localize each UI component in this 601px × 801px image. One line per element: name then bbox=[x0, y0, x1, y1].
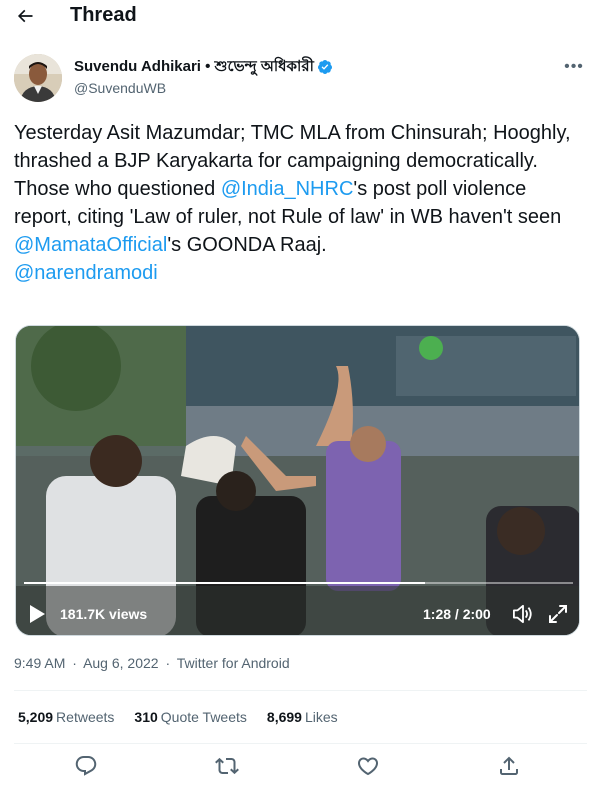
arrow-left-icon bbox=[17, 9, 33, 23]
back-button[interactable] bbox=[8, 0, 42, 32]
tweet-text: Yesterday Asit Mazumdar; TMC MLA from Ch… bbox=[14, 119, 584, 287]
mention-link[interactable]: @narendramodi bbox=[14, 262, 158, 284]
divider bbox=[14, 743, 587, 744]
avatar[interactable] bbox=[14, 54, 62, 102]
thread-header: Thread bbox=[0, 0, 601, 32]
video-views: 181.7K views bbox=[60, 606, 148, 622]
stat-label: Quote Tweets bbox=[160, 709, 247, 725]
tweet-date[interactable]: Aug 6, 2022 bbox=[83, 655, 159, 671]
tweet-author: Suvendu Adhikari • শুভেন্দু অধিকারী @Suv… bbox=[14, 54, 589, 102]
fullscreen-icon[interactable] bbox=[548, 604, 568, 624]
mention-link[interactable]: @India_NHRC bbox=[221, 178, 354, 200]
video-progress-track[interactable] bbox=[24, 582, 573, 584]
tweet-text-segment: 's GOONDA Raaj. bbox=[167, 234, 327, 256]
volume-muted-icon[interactable] bbox=[512, 604, 534, 624]
mention-link[interactable]: @MamataOfficial bbox=[14, 234, 167, 256]
author-handle[interactable]: @SuvenduWB bbox=[74, 79, 166, 97]
page-title: Thread bbox=[70, 4, 137, 26]
stat-label: Likes bbox=[304, 709, 338, 725]
stat-count: 8,699 bbox=[266, 709, 302, 725]
more-options-button[interactable]: ••• bbox=[559, 54, 589, 80]
tweet-source[interactable]: Twitter for Android bbox=[177, 655, 290, 671]
stat-label: Retweets bbox=[56, 709, 115, 725]
tweet-stats: 5,209 Retweets 310 Quote Tweets 8,699 Likes bbox=[18, 709, 358, 726]
meta-separator: · bbox=[165, 655, 171, 671]
more-dots-icon: ••• bbox=[564, 58, 584, 75]
likes-stat[interactable]: 8,699 Likes bbox=[267, 709, 338, 726]
tweet-actions bbox=[0, 748, 601, 784]
video-frame bbox=[16, 326, 579, 635]
tweet-time[interactable]: 9:49 AM bbox=[14, 655, 65, 671]
meta-separator: · bbox=[72, 655, 77, 671]
retweets-stat[interactable]: 5,209 Retweets bbox=[18, 709, 114, 726]
divider bbox=[14, 690, 587, 691]
like-icon[interactable] bbox=[356, 754, 380, 778]
quote-tweets-stat[interactable]: 310 Quote Tweets bbox=[134, 709, 247, 726]
author-name[interactable]: Suvendu Adhikari • শুভেন্দু অধিকারী bbox=[74, 58, 314, 76]
video-player[interactable]: 181.7K views 1:28 / 2:00 bbox=[15, 325, 580, 636]
stat-count: 310 bbox=[134, 709, 158, 725]
reply-icon[interactable] bbox=[74, 754, 98, 778]
author-name-row[interactable]: Suvendu Adhikari • শুভেন্দু অধিকারী bbox=[74, 58, 333, 76]
share-icon[interactable] bbox=[497, 754, 521, 778]
video-progress-fill bbox=[24, 582, 425, 584]
retweet-icon[interactable] bbox=[215, 754, 239, 778]
play-icon[interactable] bbox=[28, 604, 46, 624]
video-timecode: 1:28 / 2:00 bbox=[423, 606, 491, 622]
tweet-meta: 9:49 AM · Aug 6, 2022 · Twitter for Andr… bbox=[14, 655, 290, 672]
stat-count: 5,209 bbox=[18, 709, 54, 725]
verified-badge-icon bbox=[317, 60, 332, 74]
